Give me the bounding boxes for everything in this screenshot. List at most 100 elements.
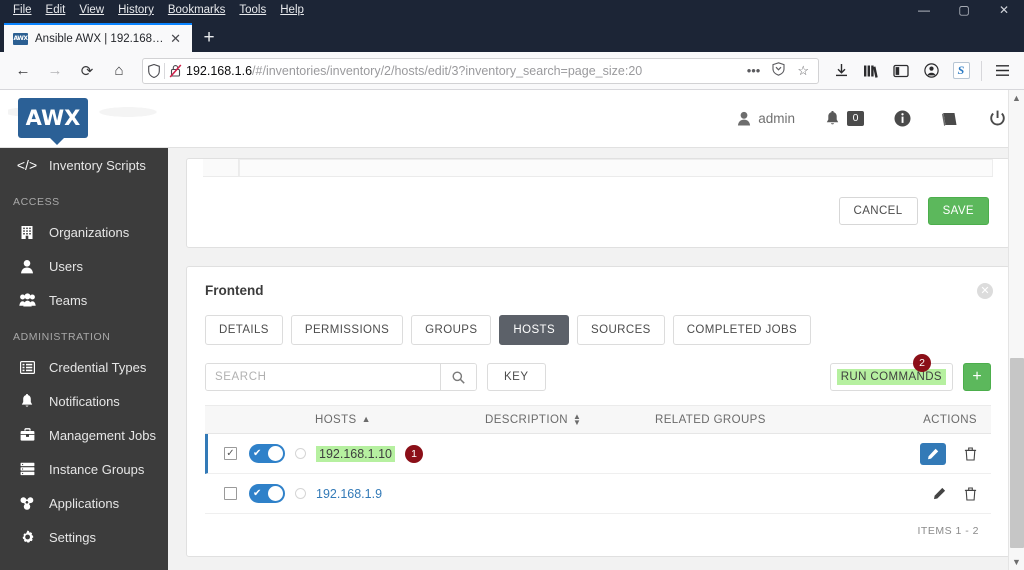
page-scrollbar[interactable]: ▲ ▼ <box>1008 90 1024 570</box>
menu-edit-label: Edit <box>45 4 66 16</box>
header-notifications[interactable]: 0 <box>825 110 864 127</box>
sidebar-item-label: Management Jobs <box>49 427 156 443</box>
header-docs[interactable] <box>941 111 959 127</box>
awx-brand[interactable]: AWX <box>0 90 168 148</box>
sidebar-item-settings[interactable]: Settings <box>0 520 168 554</box>
th-description[interactable]: DESCRIPTION ▲ ▼ <box>485 413 655 426</box>
tab-sources[interactable]: SOURCES <box>577 315 665 345</box>
key-button[interactable]: KEY <box>487 363 546 391</box>
row-checkbox[interactable] <box>224 487 237 500</box>
menu-edit[interactable]: Edit <box>39 0 73 20</box>
gear-icon <box>17 530 37 545</box>
sidebar-item-users[interactable]: Users <box>0 249 168 283</box>
library-icon[interactable] <box>857 57 885 85</box>
scrollbar-track[interactable] <box>1009 106 1024 554</box>
host-link[interactable]: 192.168.1.9 <box>316 487 382 501</box>
maximize-icon[interactable]: ▢ <box>944 0 984 20</box>
shield-icon[interactable] <box>148 63 160 78</box>
tab-close-icon[interactable]: ✕ <box>165 32 186 45</box>
sidebar-item-label: Organizations <box>49 224 130 240</box>
menu-history[interactable]: History <box>111 0 161 20</box>
search-input[interactable] <box>206 364 440 390</box>
magnifier-icon[interactable] <box>440 364 476 390</box>
close-icon[interactable]: ✕ <box>984 0 1024 20</box>
row-checkbox[interactable]: ✓ <box>224 447 237 460</box>
trash-icon[interactable] <box>964 486 977 501</box>
add-host-button[interactable]: + <box>963 363 991 391</box>
th-hosts[interactable]: HOSTS ▲ <box>315 414 485 426</box>
row-enabled-toggle[interactable]: ✔ <box>249 444 285 463</box>
download-icon[interactable] <box>827 57 855 85</box>
info-icon <box>894 110 911 127</box>
header-user[interactable]: admin <box>737 111 795 126</box>
header-logout[interactable] <box>989 110 1006 127</box>
pocket-icon[interactable] <box>768 62 789 79</box>
host-link[interactable]: 192.168.1.10 <box>316 445 395 462</box>
tab-permissions[interactable]: PERMISSIONS <box>290 315 404 345</box>
lock-broken-icon[interactable] <box>169 63 182 78</box>
home-icon[interactable]: ⌂ <box>104 56 134 86</box>
sidebar-item-teams[interactable]: Teams <box>0 283 168 317</box>
sidebar-item-management-jobs[interactable]: Management Jobs <box>0 418 168 452</box>
tab-details[interactable]: DETAILS <box>205 315 283 345</box>
scroll-up-icon[interactable]: ▲ <box>1009 90 1024 106</box>
reload-icon[interactable]: ⟳ <box>72 56 102 86</box>
user-icon <box>737 111 751 126</box>
menu-tools[interactable]: Tools <box>232 0 273 20</box>
scrollbar-thumb[interactable] <box>1009 358 1024 548</box>
back-icon[interactable]: ← <box>8 56 38 86</box>
menu-view[interactable]: View <box>72 0 111 20</box>
sidebar-item-applications[interactable]: Applications <box>0 486 168 520</box>
new-tab-button[interactable]: + <box>192 23 226 52</box>
table-row[interactable]: ✔ 192.168.1.9 <box>205 474 991 514</box>
url-bar[interactable]: 192.168.1.6/#/inventories/inventory/2/ho… <box>142 57 819 84</box>
menu-bookmarks-label: Bookmarks <box>167 4 226 16</box>
tab-hosts[interactable]: HOSTS <box>499 315 570 345</box>
scroll-down-icon[interactable]: ▼ <box>1009 554 1024 570</box>
table-row[interactable]: ✓ ✔ 192.168.1.10 1 <box>205 434 991 474</box>
browser-tab[interactable]: AWX Ansible AWX | 192.168.1.10 ✕ <box>4 23 192 52</box>
menu-bookmarks[interactable]: Bookmarks <box>161 0 233 20</box>
header-info[interactable] <box>894 110 911 127</box>
save-button[interactable]: SAVE <box>927 197 989 225</box>
panel-close-icon[interactable]: ✕ <box>977 283 993 299</box>
tab-groups[interactable]: GROUPS <box>411 315 492 345</box>
extension-icon[interactable]: S <box>947 57 975 85</box>
sidebar-item-instance-groups[interactable]: Instance Groups <box>0 452 168 486</box>
trash-icon[interactable] <box>964 446 977 461</box>
menu-help[interactable]: Help <box>273 0 311 20</box>
sidebar-item-label: Inventory Scripts <box>49 157 146 173</box>
menu-icon[interactable] <box>988 57 1016 85</box>
sidebar-item-credential-types[interactable]: Credential Types <box>0 350 168 384</box>
search-box[interactable] <box>205 363 477 391</box>
run-commands-button[interactable]: RUN COMMANDS <box>829 363 953 391</box>
sidebar-item-inventory-scripts[interactable]: </> Inventory Scripts <box>0 148 168 182</box>
sidebar-item-organizations[interactable]: Organizations <box>0 215 168 249</box>
apps-icon <box>17 496 37 511</box>
menu-file[interactable]: File <box>6 0 39 20</box>
sidebar-section-access: ACCESS <box>13 196 60 208</box>
pencil-icon[interactable] <box>920 442 946 465</box>
header-username: admin <box>758 111 795 126</box>
page-actions-icon[interactable]: ••• <box>743 63 765 78</box>
form-field-input[interactable] <box>239 159 993 176</box>
briefcase-icon <box>17 428 37 442</box>
sidebar-item-notifications[interactable]: Notifications <box>0 384 168 418</box>
pencil-icon[interactable] <box>933 487 946 500</box>
cancel-button[interactable]: CANCEL <box>838 197 918 225</box>
row-enabled-toggle[interactable]: ✔ <box>249 484 285 503</box>
awx-header: AWX admin 0 <box>0 90 1024 148</box>
tab-completed-jobs[interactable]: COMPLETED JOBS <box>672 315 812 345</box>
forward-icon[interactable]: → <box>40 56 70 86</box>
th-hosts-label: HOSTS <box>315 413 357 426</box>
sidebar-item-label: Applications <box>49 495 120 511</box>
minimize-icon[interactable]: — <box>904 0 944 20</box>
bookmark-star-icon[interactable]: ☆ <box>793 63 813 79</box>
sidebar-icon[interactable] <box>887 57 915 85</box>
account-icon[interactable] <box>917 57 945 85</box>
window-controls: — ▢ ✕ <box>904 0 1024 20</box>
annotation-marker-1: 1 <box>405 444 423 463</box>
row-host-cell: 192.168.1.10 1 <box>295 444 468 463</box>
awx-logo[interactable]: AWX <box>18 97 88 145</box>
table-footer: ITEMS 1 - 2 <box>917 525 979 537</box>
